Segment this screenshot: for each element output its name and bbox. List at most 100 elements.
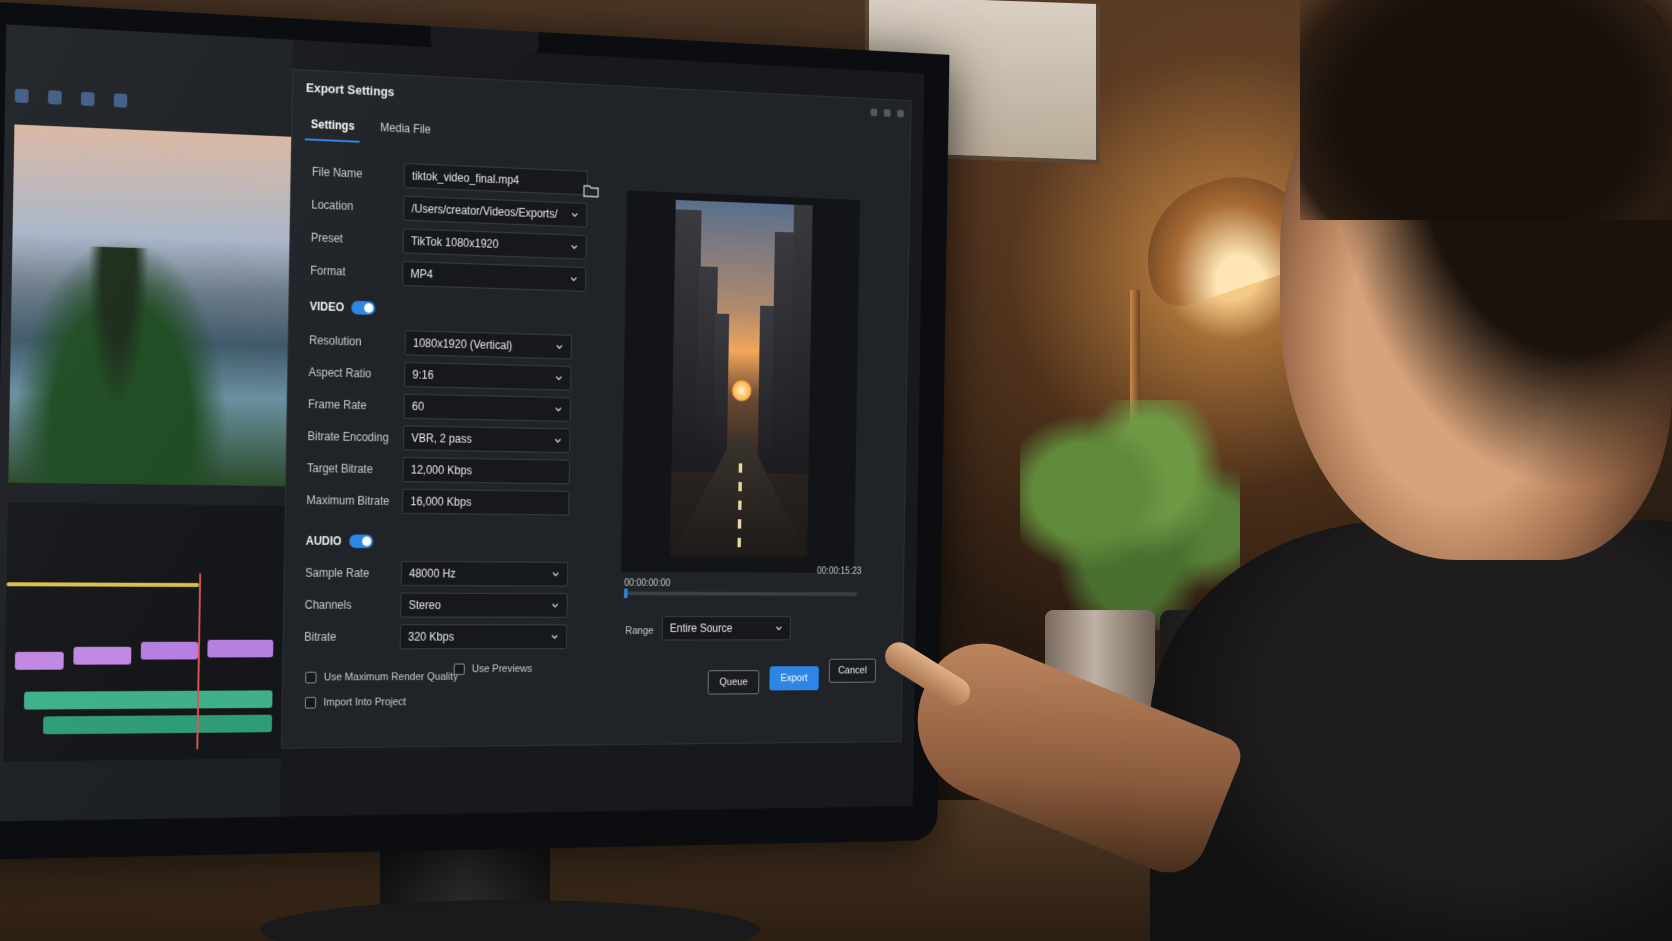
- aspect-ratio-value: 9:16: [412, 367, 434, 382]
- checkbox-box[interactable]: [305, 671, 317, 684]
- sample-rate-value: 48000 Hz: [409, 566, 456, 581]
- audio-clip[interactable]: [43, 714, 273, 735]
- close-icon[interactable]: [897, 109, 904, 118]
- screen: Export Settings Settings Media File File…: [0, 24, 925, 822]
- audio-toggle[interactable]: [348, 534, 373, 549]
- import-into-project-label: Import Into Project: [323, 696, 407, 709]
- monitor: Export Settings Settings Media File File…: [0, 0, 950, 861]
- maximum-bitrate-input[interactable]: 16,000 Kbps: [401, 488, 570, 516]
- chevron-down-icon: [775, 624, 784, 633]
- file-name-row: File Name tiktok_video_final.mp4: [312, 158, 593, 196]
- location-row: Location /Users/creator/Videos/Exports/: [311, 191, 592, 229]
- audio-clip[interactable]: [23, 690, 273, 710]
- target-bitrate-value: 12,000 Kbps: [410, 462, 473, 478]
- frame-rate-row: Frame Rate 60: [308, 391, 589, 424]
- audio-bitrate-row: Bitrate 320 Kbps: [304, 623, 585, 650]
- target-bitrate-input[interactable]: 12,000 Kbps: [402, 457, 570, 485]
- queue-button[interactable]: Queue: [707, 670, 760, 695]
- use-previews-label: Use Previews: [471, 663, 533, 675]
- max-render-quality-label: Use Maximum Render Quality: [323, 671, 459, 684]
- editor-panel: [0, 24, 293, 822]
- export-button[interactable]: Export: [769, 666, 819, 691]
- bitrate-encoding-value: VBR, 2 pass: [411, 431, 472, 446]
- timeline-clip[interactable]: [207, 639, 274, 658]
- chevron-down-icon: [551, 569, 560, 579]
- person-body: [1150, 520, 1672, 941]
- chevron-down-icon: [554, 404, 563, 414]
- format-select[interactable]: MP4: [402, 260, 587, 292]
- format-row: Format MP4: [310, 257, 591, 293]
- preview-frame: [670, 199, 813, 557]
- target-bitrate-label: Target Bitrate: [306, 461, 373, 476]
- file-name-input[interactable]: tiktok_video_final.mp4: [403, 162, 588, 196]
- location-select[interactable]: /Users/creator/Videos/Exports/: [403, 195, 588, 228]
- channels-select[interactable]: Stereo: [400, 592, 568, 618]
- audio-bitrate-label: Bitrate: [304, 630, 337, 644]
- checkbox-box[interactable]: [453, 663, 465, 676]
- cancel-button[interactable]: Cancel: [828, 658, 877, 683]
- file-name-value: tiktok_video_final.mp4: [411, 169, 520, 187]
- preset-value: TikTok 1080x1920: [410, 234, 499, 251]
- tool-icon[interactable]: [14, 88, 29, 104]
- aspect-ratio-select[interactable]: 9:16: [404, 361, 572, 391]
- audio-bitrate-value: 320 Kbps: [407, 630, 455, 644]
- work-area-bar[interactable]: [6, 582, 200, 587]
- import-into-project-checkbox[interactable]: Import Into Project: [304, 696, 407, 709]
- editor-toolbar: [5, 74, 292, 131]
- chevron-down-icon: [551, 601, 560, 610]
- bitrate-encoding-label: Bitrate Encoding: [307, 429, 389, 445]
- maximum-bitrate-value: 16,000 Kbps: [410, 494, 472, 509]
- format-label: Format: [310, 263, 346, 279]
- bitrate-encoding-row: Bitrate Encoding VBR, 2 pass: [307, 423, 588, 455]
- chevron-down-icon: [569, 274, 578, 284]
- export-preview: [620, 190, 860, 573]
- range-value: Entire Source: [669, 621, 733, 635]
- tool-icon[interactable]: [47, 90, 62, 105]
- sample-rate-select[interactable]: 48000 Hz: [400, 560, 569, 587]
- max-render-quality-checkbox[interactable]: Use Maximum Render Quality: [305, 671, 459, 684]
- preset-select[interactable]: TikTok 1080x1920: [402, 228, 587, 260]
- bitrate-encoding-select[interactable]: VBR, 2 pass: [402, 425, 571, 454]
- resolution-value: 1080x1920 (Vertical): [412, 336, 513, 353]
- video-toggle[interactable]: [351, 300, 376, 315]
- chevron-down-icon: [553, 436, 562, 446]
- folder-icon[interactable]: [583, 183, 599, 199]
- tool-icon[interactable]: [80, 91, 95, 107]
- timeline-clip[interactable]: [73, 646, 132, 665]
- range-select[interactable]: Entire Source: [661, 616, 791, 641]
- sample-rate-row: Sample Rate 48000 Hz: [305, 559, 586, 587]
- tab-media-file[interactable]: Media File: [375, 116, 437, 146]
- dialog-title: Export Settings: [305, 80, 395, 100]
- tab-settings[interactable]: Settings: [305, 113, 361, 143]
- preview-scrubber[interactable]: [624, 588, 858, 599]
- file-name-label: File Name: [311, 164, 363, 181]
- preset-row: Preset TikTok 1080x1920: [311, 224, 592, 261]
- audio-bitrate-select[interactable]: 320 Kbps: [399, 624, 568, 650]
- frame-rate-value: 60: [411, 399, 425, 414]
- maximize-icon[interactable]: [883, 109, 891, 117]
- sample-rate-label: Sample Rate: [305, 566, 370, 580]
- frame-rate-label: Frame Rate: [307, 397, 367, 413]
- resolution-select[interactable]: 1080x1920 (Vertical): [404, 330, 572, 360]
- tool-icon[interactable]: [113, 93, 128, 108]
- frame-rate-select[interactable]: 60: [403, 393, 571, 422]
- resolution-label: Resolution: [309, 333, 362, 349]
- location-label: Location: [311, 197, 354, 213]
- video-heading: VIDEO: [309, 299, 345, 315]
- timeline[interactable]: [3, 502, 285, 762]
- target-bitrate-row: Target Bitrate 12,000 Kbps: [307, 455, 588, 486]
- checkbox-box[interactable]: [304, 696, 317, 709]
- timeline-clip[interactable]: [140, 641, 199, 660]
- minimize-icon[interactable]: [870, 108, 878, 117]
- range-label: Range: [625, 625, 654, 637]
- resolution-row: Resolution 1080x1920 (Vertical): [309, 327, 590, 361]
- scrubber-handle[interactable]: [624, 588, 628, 599]
- chevron-down-icon: [555, 342, 564, 352]
- channels-value: Stereo: [408, 598, 441, 612]
- export-settings-dialog: Export Settings Settings Media File File…: [280, 68, 912, 749]
- use-previews-checkbox[interactable]: Use Previews: [453, 663, 533, 676]
- format-value: MP4: [410, 266, 434, 282]
- preset-label: Preset: [310, 230, 344, 246]
- timeline-clip[interactable]: [14, 651, 64, 670]
- sun: [731, 379, 753, 403]
